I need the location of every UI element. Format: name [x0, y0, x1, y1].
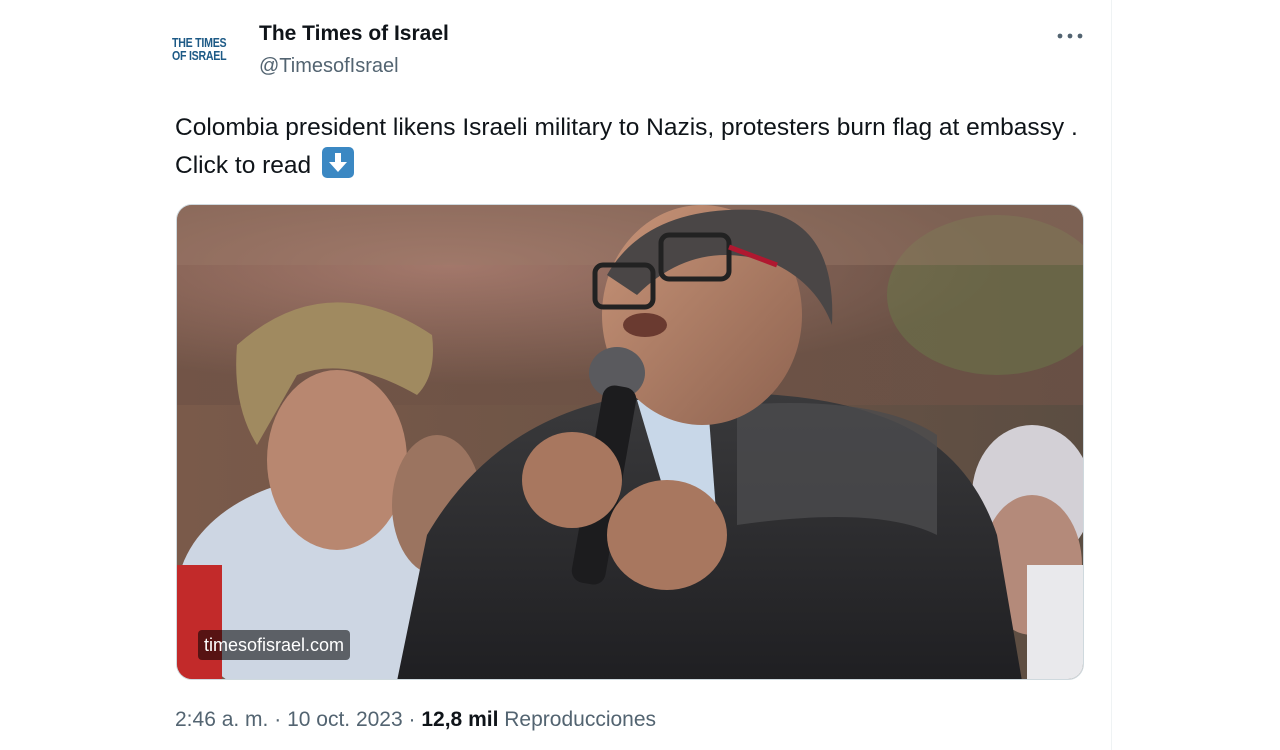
down-arrow-emoji-icon [321, 147, 354, 178]
avatar[interactable]: THE TIMES OF ISRAEL [172, 30, 244, 70]
more-options-button[interactable] [1050, 22, 1090, 50]
link-domain-badge: timesofisrael.com [198, 630, 351, 660]
tweet-time[interactable]: 2:46 a. m. [175, 708, 268, 731]
meta-separator: · [408, 708, 416, 731]
column-divider [1111, 0, 1112, 750]
tweet-date[interactable]: 10 oct. 2023 [287, 708, 403, 731]
more-horizontal-icon [1057, 33, 1083, 39]
views-label: Reproducciones [504, 708, 657, 731]
author-handle[interactable]: @TimesofIsrael [259, 55, 399, 78]
avatar-logo-line2: OF ISRAEL [172, 49, 227, 63]
tweet-article[interactable]: THE TIMES OF ISRAEL The Times of Israel … [0, 0, 1111, 750]
meta-separator: · [274, 708, 282, 731]
tweet-text-content: Colombia president likens Israeli milita… [175, 114, 1078, 179]
news-photo [177, 205, 1083, 679]
tweet-meta: 2:46 a. m. · 10 oct. 2023 · 12,8 mil Rep… [175, 708, 656, 732]
views-count: 12,8 mil [421, 708, 499, 731]
author-display-name[interactable]: The Times of Israel [259, 22, 449, 46]
tweet-text: Colombia president likens Israeli milita… [175, 109, 1105, 185]
tweet-media-image[interactable]: timesofisrael.com [176, 204, 1084, 680]
